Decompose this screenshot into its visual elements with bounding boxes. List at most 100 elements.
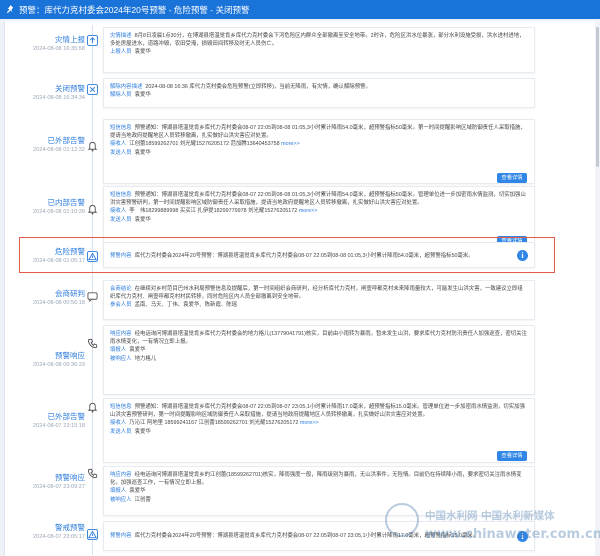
field-value: 在继续对乡村范目巴州水利局预警信息及提醒后，第一时间组织会商研判，经分析库代力克… (110, 286, 523, 301)
field-value: 经电话询问博湖县塔温觉肯乡库代力克村委会的地力格儿(13779041791)核实… (110, 331, 527, 346)
field-value: 2024-08-08 16:36 库代力克村委会危险预警(立即转移)，当前无降雨… (145, 84, 371, 90)
event-title: 预警响应 (55, 473, 85, 482)
event-header: 会商研判 2024-08-08 00:56:18 (5, 289, 85, 308)
field-label: 被响应人 (110, 355, 132, 362)
event-card: 会商结论 在继续对乡村范目巴州水利局预警信息及提醒后，第一时间组织会商研判，经分析… (103, 280, 535, 320)
event-title: 已内部告警 (47, 198, 86, 207)
field-label: 发送人员 (110, 428, 132, 435)
event-time: 2024-08-07 23:09:27 (33, 484, 85, 490)
field-value: 预警通知：博湖县塔温觉肯乡库代力克村委会08-07 22:05到08-08 01… (110, 125, 526, 140)
watermark-url: www.chinawater.com.cn (425, 527, 600, 542)
event-time: 2024-08-08 16:35:58 (33, 46, 85, 52)
event-title: 已外部告警 (47, 136, 86, 145)
field-label: 接收人 (110, 208, 127, 215)
watermark-text: 中国水利网 中国水利新媒体 (425, 510, 555, 522)
field-value: 乃沁江 阿地里 18599241167 江创蕾18599262701 刘光耀15… (129, 420, 319, 427)
event-time: 2024-08-08 00:36:33 (33, 362, 85, 368)
field-value: 地力格儿 (134, 355, 157, 362)
event-title: 预警响应 (55, 351, 85, 360)
highlight-frame (19, 237, 555, 273)
field-label: 填报人 (110, 488, 127, 495)
field-value: 江创蕾 (134, 496, 151, 503)
field-value: 袁爱华 (129, 488, 146, 495)
field-value: 袁爱华 (134, 149, 151, 156)
field-label: 预警内容 (110, 533, 132, 539)
field-value: 袁爱华 (134, 92, 151, 99)
field-label: 发送人员 (110, 216, 132, 223)
event-header: 预警响应 2024-08-07 23:09:27 (5, 473, 85, 492)
close-icon (87, 84, 98, 95)
event-time: 2024-08-07 23:15:18 (33, 423, 85, 429)
window-header: 预警：库代力克村委会2024年20号预警 - 危险预警 - 关闭预警 (0, 0, 600, 19)
field-value: 李 伟18299889998 买买江 扎伊提18299779978 刘光耀152… (129, 208, 318, 215)
event-time: 2024-08-07 23:05:17 (33, 534, 85, 540)
field-value: 袁爱华 (134, 49, 151, 56)
field-label: 短信信息 (110, 192, 132, 198)
field-label: 灾情描述 (110, 33, 132, 39)
event-time: 2024-08-08 16:34:34 (33, 95, 85, 101)
field-label: 解除人员 (110, 92, 132, 99)
event-time: 2024-08-08 00:56:18 (33, 300, 85, 306)
event-card: 短信信息 预警通知：博湖县塔温觉肯乡库代力克村委会08-07 22:05到08-0… (103, 119, 535, 184)
field-label: 发送人员 (110, 149, 132, 156)
event-card: 灾情描述 8月8日凌晨1点30分，在博湖县塔温觉肯乡库代力克村委会下河危险区内群众… (103, 27, 535, 73)
event-title: 关闭预警 (55, 84, 85, 93)
field-label: 接收人 (110, 420, 127, 427)
field-label: 上报人员 (110, 49, 132, 56)
field-label: 响应内容 (110, 331, 132, 337)
watermark-logo-icon (385, 503, 419, 537)
view-details-button[interactable]: 查看详情 (497, 173, 527, 183)
header-title: 预警：库代力克村委会2024年20号预警 - 危险预警 - 关闭预警 (19, 4, 250, 15)
field-label: 填报人 (110, 347, 127, 354)
field-value: 预警通知：博湖县塔温觉肯乡库代力克村委会08-07 22:05到08-08 01… (110, 192, 526, 207)
field-value: 袁爱华 (134, 216, 151, 223)
event-header: 关闭预警 2024-08-08 16:34:34 (5, 84, 85, 103)
event-time: 2024-08-08 01:10:39 (33, 209, 85, 215)
event-time: 2024-08-08 01:12:32 (33, 147, 85, 153)
field-value: 江创蕾18599262701 刘光耀15276205172 范加腾1364045… (129, 141, 300, 148)
event-title: 警戒预警 (55, 523, 85, 532)
phone-icon (87, 468, 98, 479)
chat-icon (87, 292, 98, 302)
event-header: 预警响应 2024-08-08 00:36:33 (5, 351, 85, 370)
more-link[interactable]: more>> (299, 208, 318, 214)
event-header: 警戒预警 2024-08-07 23:05:17 (5, 523, 85, 542)
field-label: 响应内容 (110, 472, 132, 478)
bell-icon (87, 141, 98, 152)
field-label: 短信信息 (110, 404, 132, 410)
field-value: 孟南、马天、丁伟、袁爱华、陈新霞、陈瑶 (134, 302, 238, 309)
scrollbar-thumb[interactable] (596, 27, 599, 167)
warning-icon (87, 529, 98, 540)
scrollbar[interactable] (595, 21, 600, 556)
event-header: 灾情上报 2024-08-08 16:35:58 (5, 35, 85, 54)
field-label: 参会人员 (110, 302, 132, 309)
view-details-button[interactable]: 查看详情 (497, 451, 527, 461)
event-title: 已外部告警 (47, 412, 86, 421)
timeline-panel: 灾情上报 2024-08-08 16:35:58 灾情描述 8月8日凌晨1点30分… (4, 21, 597, 556)
event-card: 响应内容 经电话询问博湖县塔温觉肯乡库代力克村委会的地力格儿(1377904179… (103, 325, 535, 395)
bell-icon (87, 402, 98, 413)
field-value: 8月8日凌晨1点30分，在博湖县塔温觉肯乡库代力克村委会下河危险区内群众全部撤离… (110, 33, 525, 48)
event-title: 会商研判 (55, 289, 85, 298)
field-label: 被响应人 (110, 496, 132, 503)
event-card: 解除内容描述 2024-08-08 16:36 库代力克村委会危险预警(立即转移)… (103, 78, 535, 108)
event-header: 已外部告警 2024-08-08 01:12:32 (5, 136, 85, 155)
upload-icon (87, 35, 98, 46)
phone-icon (87, 338, 98, 349)
field-value: 经电话询问博湖县塔温觉肯乡的江创蕾(18599262701)核实，降雨强度一般，… (110, 472, 522, 487)
event-header: 已内部告警 2024-08-08 01:10:39 (5, 198, 85, 217)
field-value: 袁爱华 (129, 347, 146, 354)
field-label: 接收人 (110, 141, 127, 148)
event-card: 短信信息 预警通知：博湖县塔温觉肯乡库代力克村委会08-07 22:05到08-0… (103, 398, 535, 463)
more-link[interactable]: more>> (300, 420, 319, 426)
more-link[interactable]: more>> (281, 141, 300, 147)
event-title: 灾情上报 (55, 35, 85, 44)
field-value: 袁爱华 (134, 428, 151, 435)
event-header: 已外部告警 2024-08-07 23:15:18 (5, 412, 85, 431)
field-label: 会商结论 (110, 286, 132, 292)
field-value: 预警通知：博湖县塔温觉肯乡库代力克村委会08-07 22:05到08-07 23… (110, 404, 525, 419)
bell-icon (87, 204, 98, 215)
field-label: 短信信息 (110, 125, 132, 131)
field-label: 解除内容描述 (110, 84, 143, 90)
pin-icon (6, 5, 14, 14)
